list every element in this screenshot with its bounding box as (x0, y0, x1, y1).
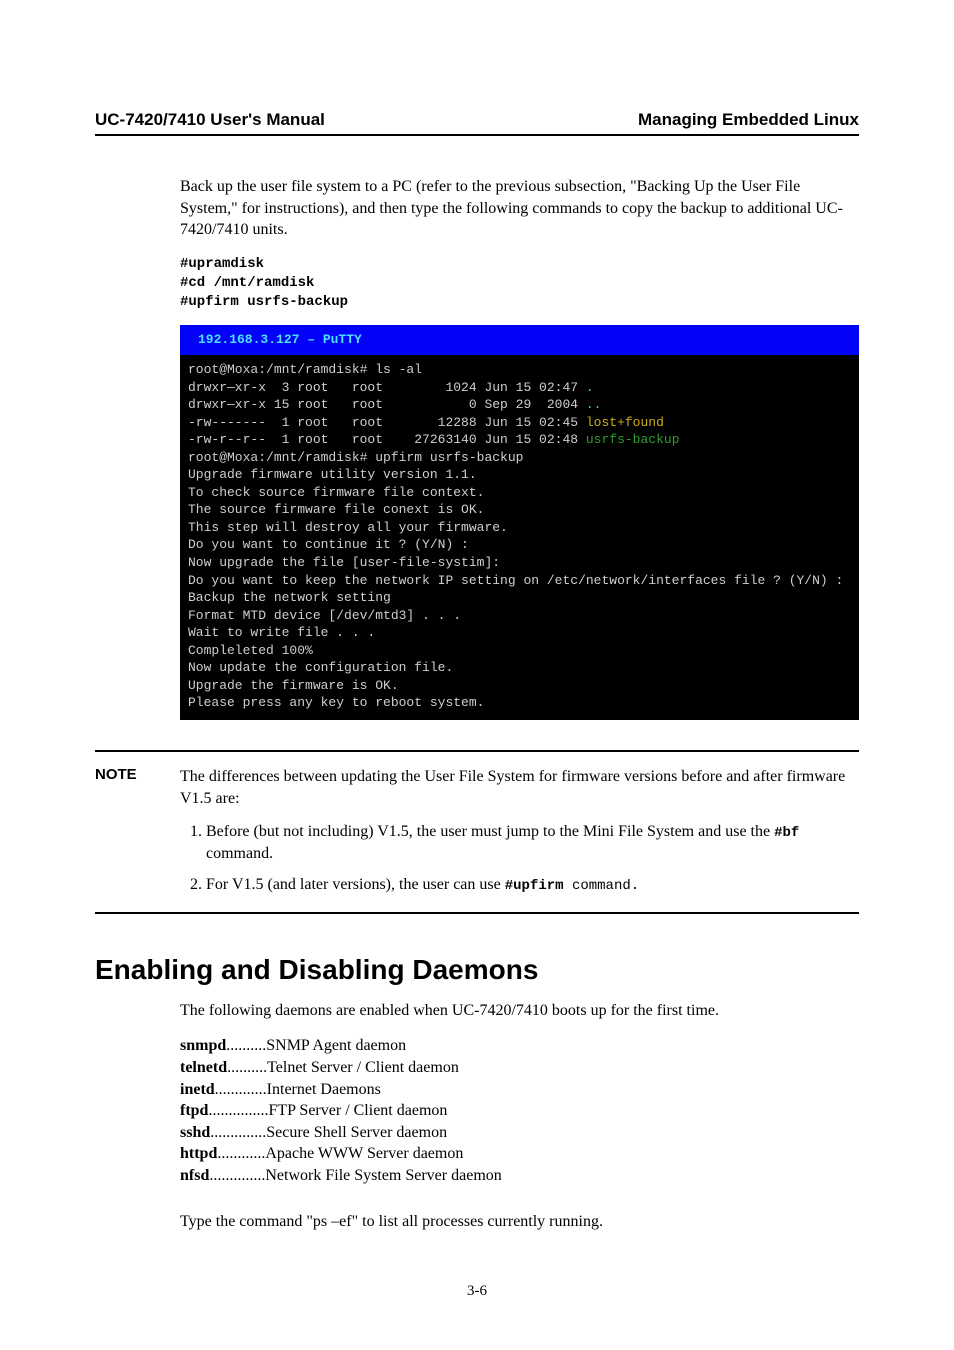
term-line: Wait to write file . . . (188, 625, 375, 640)
daemon-name: telnetd (180, 1057, 227, 1079)
term-line: Compleleted 100% (188, 643, 313, 658)
note-item: For V1.5 (and later versions), the user … (206, 874, 859, 896)
note-block: NOTE The differences between updating th… (95, 750, 859, 914)
inline-code: #bf (774, 825, 799, 841)
term-line: drwxr—xr-x 3 root root 1024 Jun 15 02:47 (188, 380, 586, 395)
daemon-desc: SNMP Agent daemon (266, 1035, 406, 1057)
term-line: Now upgrade the file [user-file-systim]: (188, 555, 500, 570)
daemon-dots: .......... (227, 1057, 267, 1079)
term-line: root@Moxa:/mnt/ramdisk# ls -al (188, 362, 422, 377)
term-line: Format MTD device [/dev/mtd3] . . . (188, 608, 461, 623)
daemon-row: ftpd...............FTP Server / Client d… (180, 1100, 859, 1122)
daemon-row: snmpd ..........SNMP Agent daemon (180, 1035, 859, 1057)
term-line: To check source firmware file context. (188, 485, 484, 500)
daemon-row: telnetd ..........Telnet Server / Client… (180, 1057, 859, 1079)
section-intro: The following daemons are enabled when U… (180, 1000, 859, 1022)
term-line: -rw-r--r-- 1 root root 27263140 Jun 15 0… (188, 432, 586, 447)
term-highlight: usrfs-backup (586, 432, 680, 447)
term-line: This step will destroy all your firmware… (188, 520, 508, 535)
daemon-dots: .............. (210, 1122, 266, 1144)
daemon-name: snmpd (180, 1035, 226, 1057)
daemon-desc: Network File System Server daemon (265, 1165, 501, 1187)
daemon-row: httpd ............Apache WWW Server daem… (180, 1143, 859, 1165)
term-highlight: lost+found (586, 415, 664, 430)
terminal-body: root@Moxa:/mnt/ramdisk# ls -al drwxr—xr-… (180, 359, 859, 714)
term-line: -rw------- 1 root root 12288 Jun 15 02:4… (188, 415, 586, 430)
daemon-name: inetd (180, 1079, 215, 1101)
term-highlight: . (586, 380, 594, 395)
term-line: Do you want to continue it ? (Y/N) : (188, 537, 469, 552)
term-line: root@Moxa:/mnt/ramdisk# upfirm usrfs-bac… (188, 450, 523, 465)
daemon-name: httpd (180, 1143, 217, 1165)
term-line: drwxr—xr-x 15 root root 0 Sep 29 2004 (188, 397, 586, 412)
page-number: 3-6 (0, 1283, 954, 1300)
daemon-name: sshd (180, 1122, 210, 1144)
note-lead: The differences between updating the Use… (180, 768, 845, 807)
daemon-desc: Internet Daemons (267, 1079, 381, 1101)
term-line: Please press any key to reboot system. (188, 695, 484, 710)
term-line: Now update the configuration file. (188, 660, 453, 675)
note-item-text: Before (but not including) V1.5, the use… (206, 823, 774, 840)
daemon-dots: ............ (217, 1143, 265, 1165)
note-label: NOTE (95, 766, 180, 783)
note-list: Before (but not including) V1.5, the use… (180, 821, 859, 896)
term-line: Do you want to keep the network IP setti… (188, 573, 843, 588)
page-header: UC-7420/7410 User's Manual Managing Embe… (95, 110, 859, 136)
page: UC-7420/7410 User's Manual Managing Embe… (0, 0, 954, 1350)
daemon-desc: Telnet Server / Client daemon (267, 1057, 459, 1079)
header-left: UC-7420/7410 User's Manual (95, 110, 325, 130)
note-body: The differences between updating the Use… (180, 766, 859, 896)
term-line: Backup the network setting (188, 590, 391, 605)
term-line: Upgrade the firmware is OK. (188, 678, 399, 693)
term-line: The source firmware file conext is OK. (188, 502, 484, 517)
daemon-dots: .......... (226, 1035, 266, 1057)
section-heading: Enabling and Disabling Daemons (95, 954, 859, 986)
note-item-text: command. (206, 845, 273, 862)
intro-paragraph: Back up the user file system to a PC (re… (180, 176, 859, 241)
daemon-name: ftpd (180, 1100, 208, 1122)
note-item-text: For V1.5 (and later versions), the user … (206, 876, 505, 893)
content-area: Back up the user file system to a PC (re… (180, 176, 859, 720)
header-right: Managing Embedded Linux (638, 110, 859, 130)
term-highlight: .. (586, 397, 602, 412)
inline-code: #upfirm (505, 878, 564, 894)
daemon-row: sshd ..............Secure Shell Server d… (180, 1122, 859, 1144)
daemon-dots: ............. (215, 1079, 267, 1101)
note-item: Before (but not including) V1.5, the use… (206, 821, 859, 866)
inline-code: command. (564, 878, 640, 894)
terminal-window: 192.168.3.127 – PuTTY root@Moxa:/mnt/ram… (180, 325, 859, 719)
daemon-desc: Apache WWW Server daemon (265, 1143, 463, 1165)
daemon-dots: .............. (209, 1165, 265, 1187)
daemon-row: nfsd ..............Network File System S… (180, 1165, 859, 1187)
daemon-desc: Secure Shell Server daemon (266, 1122, 447, 1144)
daemon-desc: FTP Server / Client daemon (268, 1100, 447, 1122)
daemon-name: nfsd (180, 1165, 209, 1187)
section-body: The following daemons are enabled when U… (180, 1000, 859, 1232)
section-outro: Type the command "ps –ef" to list all pr… (180, 1211, 859, 1233)
terminal-title: 192.168.3.127 – PuTTY (180, 325, 859, 359)
command-block: #upramdisk #cd /mnt/ramdisk #upfirm usrf… (180, 255, 859, 312)
daemon-row: inetd .............Internet Daemons (180, 1079, 859, 1101)
daemon-list: snmpd ..........SNMP Agent daemontelnetd… (180, 1035, 859, 1186)
daemon-dots: ............... (208, 1100, 268, 1122)
term-line: Upgrade firmware utility version 1.1. (188, 467, 477, 482)
